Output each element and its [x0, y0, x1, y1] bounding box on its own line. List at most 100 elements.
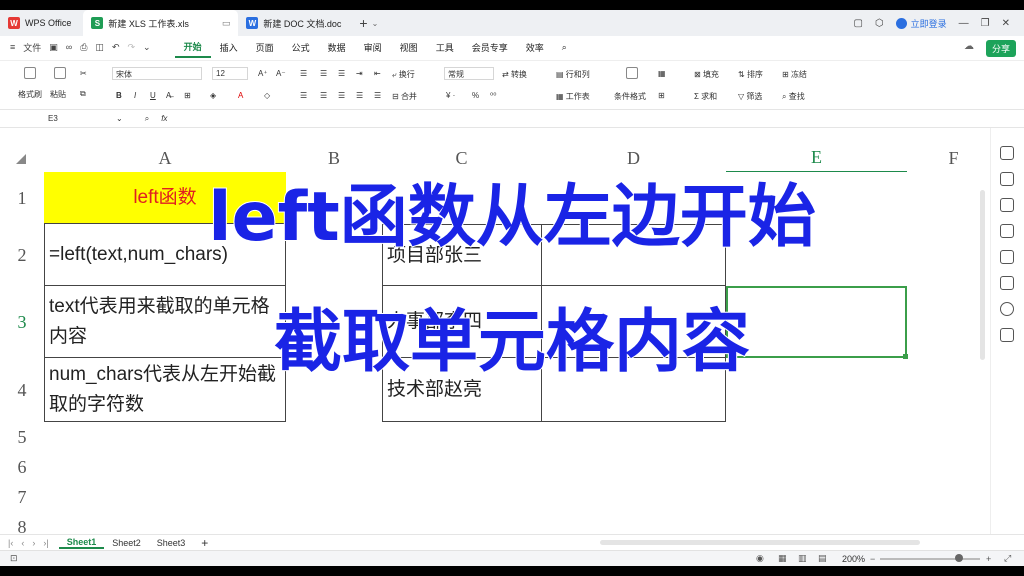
borders-icon[interactable]: ⊞: [184, 91, 191, 100]
format-painter-label[interactable]: 格式刷: [18, 89, 42, 100]
prev-sheet-icon[interactable]: ‹: [21, 538, 24, 548]
sheet-tab-1[interactable]: Sheet1: [58, 537, 105, 549]
tab-insert[interactable]: 插入: [211, 36, 247, 58]
filter-button[interactable]: ▽ 筛选: [738, 91, 762, 102]
tab-tools[interactable]: 工具: [427, 36, 463, 58]
find-button[interactable]: ⌕ 查找: [782, 91, 805, 102]
align-left-icon[interactable]: ☰: [300, 91, 307, 100]
row-header-5[interactable]: 5: [0, 422, 44, 452]
help-icon[interactable]: [1000, 302, 1014, 316]
underline-icon[interactable]: U: [150, 91, 156, 100]
indent-icon[interactable]: ⇥: [356, 69, 363, 78]
book-icon[interactable]: [1000, 276, 1014, 290]
column-header-c[interactable]: C: [382, 144, 541, 172]
fill-button[interactable]: ⊠ 填充: [694, 69, 719, 80]
tab-xls-file[interactable]: S 新建 XLS 工作表.xls ▭: [83, 10, 239, 36]
tab-formula[interactable]: 公式: [283, 36, 319, 58]
close-icon[interactable]: ✕: [1002, 18, 1010, 29]
cut-icon[interactable]: ✂: [80, 69, 87, 78]
tab-window-icon[interactable]: ▭: [222, 18, 231, 29]
paste-icon[interactable]: [54, 67, 66, 79]
zoom-level[interactable]: 200%: [842, 554, 865, 564]
decimal-icon[interactable]: ⁰⁰: [490, 91, 496, 100]
worksheet-button[interactable]: ▦ 工作表: [556, 91, 590, 102]
convert-button[interactable]: ⇄ 转换: [502, 69, 527, 80]
sort-button[interactable]: ⇅ 排序: [738, 69, 763, 80]
chevron-down-icon[interactable]: ⌄: [372, 19, 379, 28]
font-size-select[interactable]: 12: [212, 67, 248, 80]
align-middle-icon[interactable]: ☰: [320, 69, 327, 78]
minimize-icon[interactable]: —: [959, 18, 969, 29]
font-name-select[interactable]: 宋体: [112, 67, 202, 80]
percent-icon[interactable]: %: [472, 91, 479, 100]
tab-doc-file[interactable]: W 新建 DOC 文档.doc: [238, 10, 349, 36]
link-icon[interactable]: ∞: [66, 42, 72, 52]
sheet-tab-3[interactable]: Sheet3: [149, 538, 194, 548]
column-header-e[interactable]: E: [726, 144, 907, 172]
select-all-icon[interactable]: [16, 154, 26, 164]
preview-icon[interactable]: ◫: [95, 42, 104, 53]
zoom-slider-knob[interactable]: [955, 554, 963, 562]
add-sheet-icon[interactable]: +: [193, 536, 216, 550]
justify-icon[interactable]: ☰: [356, 91, 363, 100]
chevron-down-icon[interactable]: ⌄: [143, 42, 151, 53]
format-painter-icon[interactable]: [24, 67, 36, 79]
freeze-button[interactable]: ⊞ 冻结: [782, 69, 807, 80]
eye-icon[interactable]: ◉: [756, 553, 764, 564]
sheet-tab-2[interactable]: Sheet2: [104, 538, 149, 548]
align-center-icon[interactable]: ☰: [320, 91, 327, 100]
grow-font-icon[interactable]: A⁺: [258, 69, 268, 78]
tab-page[interactable]: 页面: [247, 36, 283, 58]
vertical-scrollbar[interactable]: [980, 190, 985, 360]
menu-icon[interactable]: ≡: [10, 42, 15, 52]
zoom-slider[interactable]: [880, 558, 980, 560]
selection-icon[interactable]: [1000, 146, 1014, 160]
row-col-button[interactable]: ▤ 行和列: [556, 69, 590, 80]
row-header-6[interactable]: 6: [0, 452, 44, 482]
print-icon[interactable]: ⎙: [80, 42, 87, 53]
fullscreen-icon[interactable]: ⤢: [1004, 553, 1011, 564]
table-style-icon[interactable]: ⊞: [658, 91, 665, 100]
column-header-a[interactable]: A: [44, 144, 286, 172]
tab-member[interactable]: 会员专享: [463, 36, 517, 58]
horizontal-scrollbar[interactable]: [600, 540, 920, 545]
shrink-font-icon[interactable]: A⁻: [276, 69, 286, 78]
column-header-b[interactable]: B: [286, 144, 382, 172]
sparkle-icon[interactable]: [1000, 198, 1014, 212]
bold-icon[interactable]: B: [116, 91, 122, 100]
merge-button[interactable]: ⊟ 合并: [392, 91, 417, 102]
macro-icon[interactable]: ⊡: [10, 553, 18, 564]
italic-icon[interactable]: I: [134, 91, 136, 100]
formula-input[interactable]: [180, 112, 980, 125]
tab-review[interactable]: 审阅: [355, 36, 391, 58]
zoom-in-icon[interactable]: +: [986, 554, 991, 564]
last-sheet-icon[interactable]: ›|: [43, 538, 48, 548]
tab-efficiency[interactable]: 效率: [517, 36, 553, 58]
strikethrough-icon[interactable]: A̶: [166, 91, 171, 100]
number-format-select[interactable]: 常规: [444, 67, 494, 80]
cloud-icon[interactable]: ☁: [964, 41, 974, 52]
normal-view-icon[interactable]: ▦: [778, 553, 787, 564]
zoom-search-icon[interactable]: ⌕: [145, 114, 149, 124]
first-sheet-icon[interactable]: |‹: [8, 538, 13, 548]
search-icon[interactable]: ⌕: [553, 36, 576, 58]
undo-icon[interactable]: ↶: [112, 42, 120, 53]
currency-icon[interactable]: ¥ ·: [446, 91, 455, 100]
conditional-format-icon[interactable]: [626, 67, 638, 79]
zoom-out-icon[interactable]: −: [870, 554, 875, 564]
cell-style-icon[interactable]: ▦: [658, 69, 666, 78]
font-color-icon[interactable]: A: [238, 91, 243, 100]
wrap-button[interactable]: ⤶ 换行: [392, 69, 415, 80]
layout-icon[interactable]: ▢: [853, 18, 862, 29]
align-right-icon[interactable]: ☰: [338, 91, 345, 100]
file-menu[interactable]: 文件: [23, 41, 41, 54]
next-sheet-icon[interactable]: ›: [32, 538, 35, 548]
copy-icon[interactable]: ⧉: [80, 89, 86, 99]
conditional-format-label[interactable]: 条件格式: [614, 91, 646, 102]
outdent-icon[interactable]: ⇤: [374, 69, 381, 78]
name-box[interactable]: E3: [48, 114, 108, 123]
tab-wps-office[interactable]: W WPS Office: [0, 10, 79, 36]
properties-icon[interactable]: [1000, 172, 1014, 186]
align-bottom-icon[interactable]: ☰: [338, 69, 345, 78]
login-button[interactable]: 立即登录: [895, 17, 947, 30]
